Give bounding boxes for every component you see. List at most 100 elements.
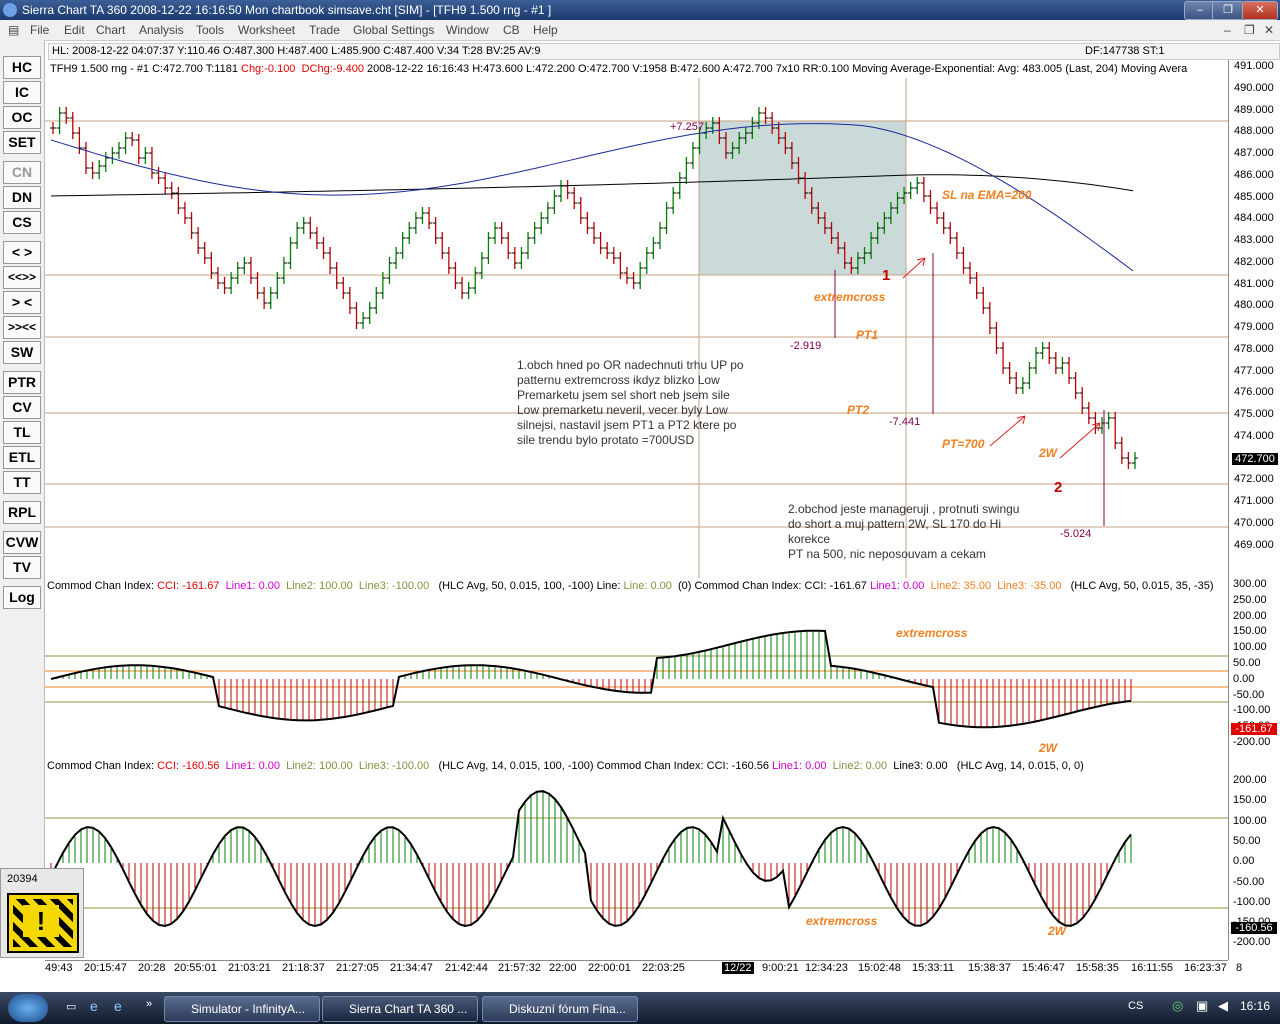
price-tick: 479.000 [1234,321,1274,333]
two-w-annotation: 2W [1039,446,1057,460]
alert-panel[interactable]: 20394 ! [0,868,84,958]
language-indicator[interactable]: CS [1128,1000,1143,1012]
chart-daily-change: DChg:-9.400 [301,63,364,75]
cci2-tick: 150.00 [1233,794,1267,807]
cci2-params: (HLC Avg, 14, 0.015, 100, -100) Commod C… [438,760,773,772]
price-tick: 485.000 [1234,190,1274,203]
tool-tv-button[interactable]: TV [3,556,41,579]
tool-set-button[interactable]: SET [3,131,41,154]
quicklaunch-more-icon[interactable]: » [146,998,152,1010]
price-tick: 489.000 [1234,103,1274,116]
cci1-line2: Line2: 100.00 [286,580,353,592]
cci2-tick: 0.00 [1233,855,1255,868]
task-sierra-chart[interactable]: Sierra Chart TA 360 ... [322,996,478,1022]
menu-chart[interactable]: Chart [96,23,125,37]
price-tick: 491.000 [1234,60,1274,72]
price-tick: 482.000 [1234,255,1274,268]
menu-cb[interactable]: CB [503,23,520,37]
cci2-tick: 200.00 [1233,774,1267,786]
network-icon[interactable]: ▣ [1196,998,1208,1014]
child-minimize-button[interactable]: – [1224,23,1231,37]
cci1-line: Line: 0.00 [623,580,672,592]
menu-help[interactable]: Help [533,23,558,37]
cci2-last-badge: -160.56 [1231,922,1277,934]
menu-analysis[interactable]: Analysis [139,23,184,37]
tool-tl-button[interactable]: TL [3,421,41,444]
menu-trade[interactable]: Trade [309,23,340,37]
cci2-tick: 100.00 [1233,814,1267,827]
menu-tools[interactable]: Tools [196,23,224,37]
menu-worksheet[interactable]: Worksheet [238,23,295,37]
tool-cn-button[interactable]: CN [3,161,41,184]
cci1-tick: -50.00 [1233,688,1265,701]
tool-cv-button[interactable]: CV [3,396,41,419]
clock[interactable]: 16:16 [1240,999,1270,1013]
time-tick: 16:11:55 [1131,962,1174,974]
cci2-line1: Line1: 0.00 [225,760,280,772]
menu-edit[interactable]: Edit [64,23,85,37]
cci2-value: CCI: -160.56 [157,760,220,772]
cci2-header: Commod Chan Index: CCI: -160.56 Line1: 0… [47,760,1084,772]
tray-icon-1[interactable]: ◎ [1172,998,1183,1014]
tool-log-button[interactable]: Log [3,586,41,609]
app-menu-icon[interactable]: ▤ [8,23,19,37]
close-button[interactable]: ✕ [1242,1,1278,20]
tool-oc-button[interactable]: OC [3,106,41,129]
show-desktop-icon[interactable]: ▭ [66,1000,76,1013]
cci1-params-2: (HLC Avg, 50, 0.015, 35, -35) [1070,580,1214,592]
time-tick: 15:58:35 [1076,962,1119,974]
time-tick: 20:28 [138,962,166,974]
cci-chart-1[interactable] [45,594,1228,759]
browser-quicklaunch-icon[interactable]: e [90,998,98,1014]
tool-ptr-button[interactable]: PTR [3,371,41,394]
ie-quicklaunch-icon[interactable]: e [114,998,122,1014]
tool-compress-more-button[interactable]: >><< [3,316,41,339]
maximize-button[interactable]: ❐ [1212,1,1244,20]
child-restore-button[interactable]: ❐ [1244,23,1255,37]
volume-icon[interactable]: ◀ [1218,998,1228,1014]
cci1-line1b: Line1: 0.00 [869,580,925,592]
cci1-params: (HLC Avg, 50, 0.015, 100, -100) Line: [438,580,624,592]
time-tick: 21:57:32 [498,962,541,974]
price-chart[interactable] [45,78,1228,578]
price-tick: 487.000 [1234,147,1274,159]
tool-hc-button[interactable]: HC [3,56,41,79]
cci2-title: Commod Chan Index: [47,760,158,772]
tool-ic-button[interactable]: IC [3,81,41,104]
menu-file[interactable]: File [30,23,49,37]
price-tick: 481.000 [1234,277,1274,290]
menu-global-settings[interactable]: Global Settings [353,23,434,37]
price-tick: 483.000 [1234,234,1274,246]
cci1-tick: 150.00 [1233,625,1267,638]
cci2-tick: 50.00 [1233,834,1261,847]
tool-dn-button[interactable]: DN [3,186,41,209]
price-tick: 484.000 [1234,212,1274,225]
pt2-value-label: -7.441 [889,416,921,428]
tool-expand-button[interactable]: <<>> [3,266,41,289]
price-tick: 475.000 [1234,408,1274,420]
cci1-extremcross-annotation: extremcross [896,626,968,640]
cci1-tick: -100.00 [1233,704,1271,717]
tool-etl-button[interactable]: ETL [3,446,41,469]
arrow-pt700 [989,415,1026,447]
task-forum[interactable]: Diskuzní fórum Fina... [482,996,638,1022]
tool-tt-button[interactable]: TT [3,471,41,494]
tool-rpl-button[interactable]: RPL [3,501,41,524]
tool-cvw-button[interactable]: CVW [3,531,41,554]
cci2-tick: -50.00 [1233,875,1265,888]
tool-compress-button[interactable]: > < [3,291,41,314]
info-bar-right: DF:147738 ST:1 [1085,45,1165,57]
tool-scroll-button[interactable]: < > [3,241,41,264]
time-tick: 16:23:37 [1184,962,1227,974]
time-tick: 20:15:47 [84,962,127,974]
menu-window[interactable]: Window [446,23,489,37]
tool-sw-button[interactable]: SW [3,341,41,364]
tool-cs-button[interactable]: CS [3,211,41,234]
cci1-tick: 250.00 [1233,593,1267,606]
child-close-button[interactable]: ✕ [1264,23,1274,37]
app-icon [3,3,17,17]
start-button[interactable] [8,994,48,1022]
cci2-histogram [45,790,1228,928]
task-simulator[interactable]: Simulator - InfinityA... [164,996,320,1022]
time-tick: 15:33:11 [912,962,955,974]
